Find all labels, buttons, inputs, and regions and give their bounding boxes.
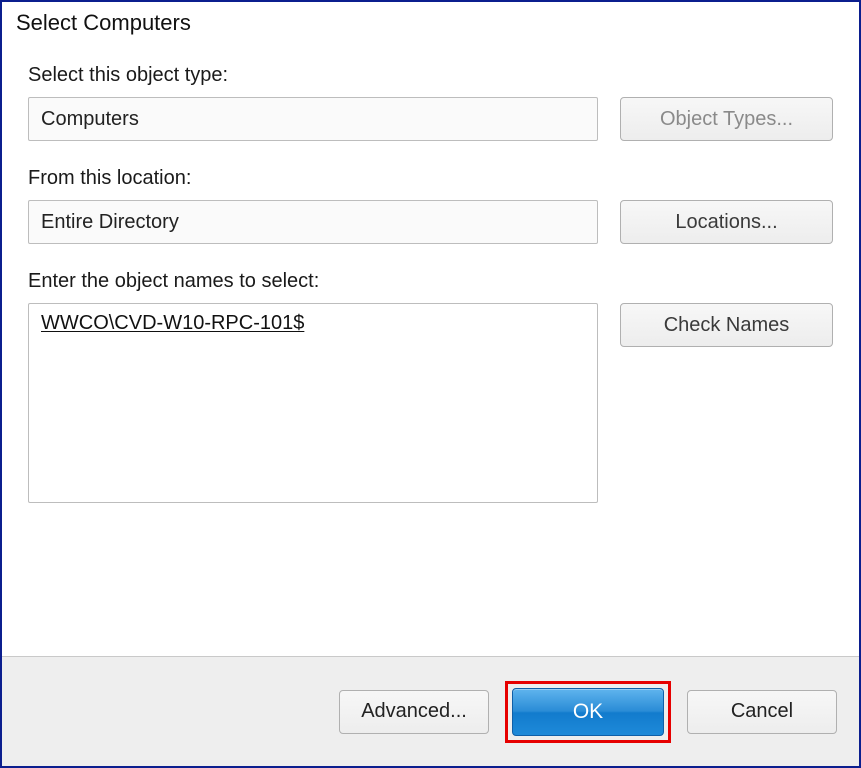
dialog-title: Select Computers [2,2,859,40]
ok-highlight: OK [505,681,671,743]
select-computers-dialog: Select Computers Select this object type… [0,0,861,768]
object-names-field[interactable]: WWCO\CVD-W10-RPC-101$ [28,303,598,503]
object-types-button[interactable]: Object Types... [620,97,833,141]
dialog-footer: Advanced... OK Cancel [2,656,859,766]
object-names-label: Enter the object names to select: [28,270,833,293]
object-type-field[interactable]: Computers [28,97,598,141]
object-type-label: Select this object type: [28,64,833,87]
object-type-value: Computers [41,108,139,131]
location-value: Entire Directory [41,211,179,234]
cancel-button[interactable]: Cancel [687,690,837,734]
check-names-button[interactable]: Check Names [620,303,833,347]
location-field[interactable]: Entire Directory [28,200,598,244]
object-names-value: WWCO\CVD-W10-RPC-101$ [41,312,304,334]
dialog-content: Select this object type: Computers Objec… [2,40,859,656]
ok-button[interactable]: OK [512,688,664,736]
advanced-button[interactable]: Advanced... [339,690,489,734]
location-label: From this location: [28,167,833,190]
locations-button[interactable]: Locations... [620,200,833,244]
